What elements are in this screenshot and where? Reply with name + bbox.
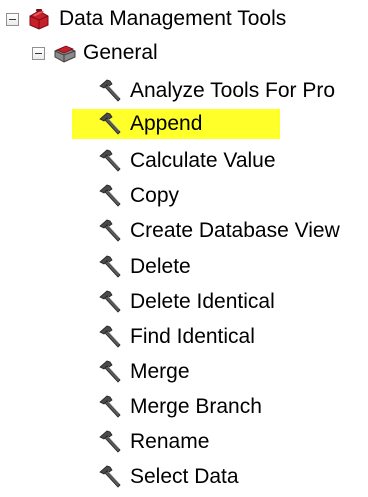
tree-node-label: General <box>83 41 158 64</box>
tool-label: Find Identical <box>130 324 255 348</box>
hammer-icon <box>96 323 124 351</box>
hammer-icon <box>96 288 124 316</box>
tool-label: Analyze Tools For Pro <box>130 79 336 102</box>
tree-node-data-management-tools[interactable]: Data Management Tools <box>6 2 286 36</box>
tool-label: Append <box>130 112 203 136</box>
tool-item[interactable]: Rename <box>96 425 209 459</box>
collapse-icon[interactable] <box>32 46 45 60</box>
hammer-icon <box>96 147 124 175</box>
tool-label: Copy <box>130 184 180 208</box>
hammer-icon <box>96 253 124 281</box>
toolbox-tree: Data Management Tools General Analyze To… <box>0 0 368 497</box>
tool-item[interactable]: Delete <box>96 250 191 284</box>
collapse-icon[interactable] <box>6 12 19 26</box>
hammer-icon <box>96 110 124 138</box>
tool-item[interactable]: Find Identical <box>96 320 255 354</box>
tool-item[interactable]: Analyze Tools For Pro <box>96 74 335 108</box>
toolbox-icon <box>27 7 51 31</box>
hammer-icon <box>96 393 124 421</box>
tool-item[interactable]: Select Data <box>96 460 239 494</box>
tool-label: Merge <box>130 359 190 383</box>
tool-label: Rename <box>130 430 210 453</box>
tool-item[interactable]: Merge Branch <box>96 390 262 424</box>
tool-label: Delete <box>130 254 191 278</box>
hammer-icon <box>96 428 124 456</box>
tree-node-general[interactable]: General <box>32 36 158 70</box>
tool-item[interactable]: Delete Identical <box>96 285 275 319</box>
tool-item[interactable]: Calculate Value <box>96 144 276 178</box>
hammer-icon <box>96 358 124 386</box>
toolset-icon <box>53 41 77 65</box>
hammer-icon <box>96 182 124 210</box>
tree-node-label: Data Management Tools <box>59 7 287 30</box>
tool-item[interactable]: Create Database View <box>96 214 340 248</box>
tool-label: Select Data <box>130 465 239 489</box>
hammer-icon <box>96 217 124 245</box>
tool-item[interactable]: Merge <box>96 355 190 389</box>
tool-label: Calculate Value <box>130 149 276 173</box>
tool-label: Create Database View <box>130 219 340 243</box>
hammer-icon <box>96 77 124 105</box>
tool-label: Delete Identical <box>130 289 275 313</box>
tool-label: Merge Branch <box>130 394 262 418</box>
tool-item[interactable]: Copy <box>96 179 179 213</box>
hammer-icon <box>96 463 124 491</box>
tool-item[interactable]: Append <box>72 109 280 140</box>
